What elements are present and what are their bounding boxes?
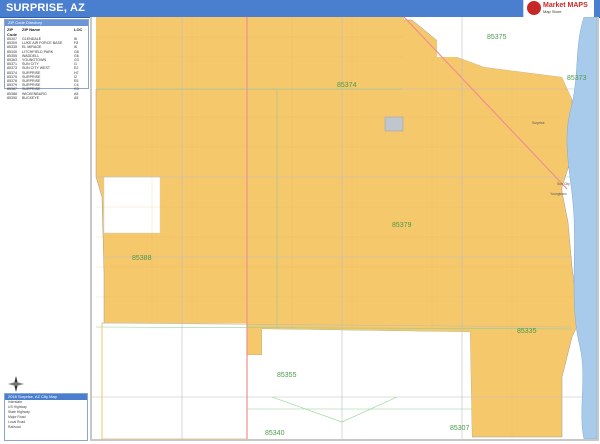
zip-label-85373: 85373: [567, 75, 587, 82]
white-area-south: [247, 329, 472, 439]
map-title: SURPRISE, AZ: [6, 2, 86, 14]
brand-subtitle: Map Store: [543, 9, 562, 14]
zip-directory-columns: ZIP Code ZIP Name LOC: [5, 26, 88, 37]
col-zip-name: ZIP Name: [22, 27, 41, 32]
legend-items: Interstate US Highway State Highway Major R…: [5, 400, 87, 430]
north-arrow-icon: [8, 376, 24, 392]
white-parcel-west: [103, 176, 161, 234]
zip-cell-loc: A5: [74, 95, 79, 100]
legend-item: Railroad: [8, 425, 21, 429]
map-legend: 2016 Surprise, AZ City Map Interstate US …: [4, 393, 88, 441]
town-label-youngtown: Youngtown: [550, 192, 567, 196]
zip-directory-row: 85390 BUCKEYE A5: [5, 96, 88, 100]
col-zip-code: ZIP Code: [7, 27, 17, 37]
map-header: SURPRISE, AZ Market MAPS Map Store: [0, 0, 600, 18]
zip-label-85307: 85307: [450, 425, 470, 432]
zip-label-85388: 85388: [132, 255, 152, 262]
map-canvas[interactable]: 85375 85374 85379 85388 85335 85355 8530…: [90, 16, 599, 441]
brand-mark-icon: [527, 1, 541, 15]
zip-label-85379: 85379: [392, 222, 412, 229]
zip-directory-rows: 85307 GLENDALE I6 85309 LUKE AIR FORCE BASE F…: [5, 37, 88, 100]
town-label-surprise: Surprise: [532, 121, 545, 125]
white-area-southwest: [101, 322, 248, 440]
lake: [384, 116, 404, 132]
zip-label-85340: 85340: [265, 430, 285, 437]
zip-label-85335: 85335: [517, 328, 537, 335]
brand-name: Market MAPS: [543, 2, 588, 9]
town-label-sun-city: Sun City: [557, 182, 570, 186]
zip-label-85375: 85375: [487, 34, 507, 41]
brand-logo: Market MAPS Map Store: [523, 0, 594, 17]
zip-code-directory: ZIP Code Directory ZIP Code ZIP Name LOC…: [4, 19, 89, 100]
zip-label-85374: 85374: [337, 82, 357, 89]
zip-cell-name: BUCKEYE: [22, 95, 40, 100]
zip-zone-north: [96, 17, 404, 89]
map-svg: 85375 85374 85379 85388 85335 85355 8530…: [92, 16, 598, 440]
col-loc: LOC: [74, 27, 83, 32]
zip-label-85355: 85355: [277, 372, 297, 379]
zip-cell-code: 85390: [7, 95, 17, 100]
